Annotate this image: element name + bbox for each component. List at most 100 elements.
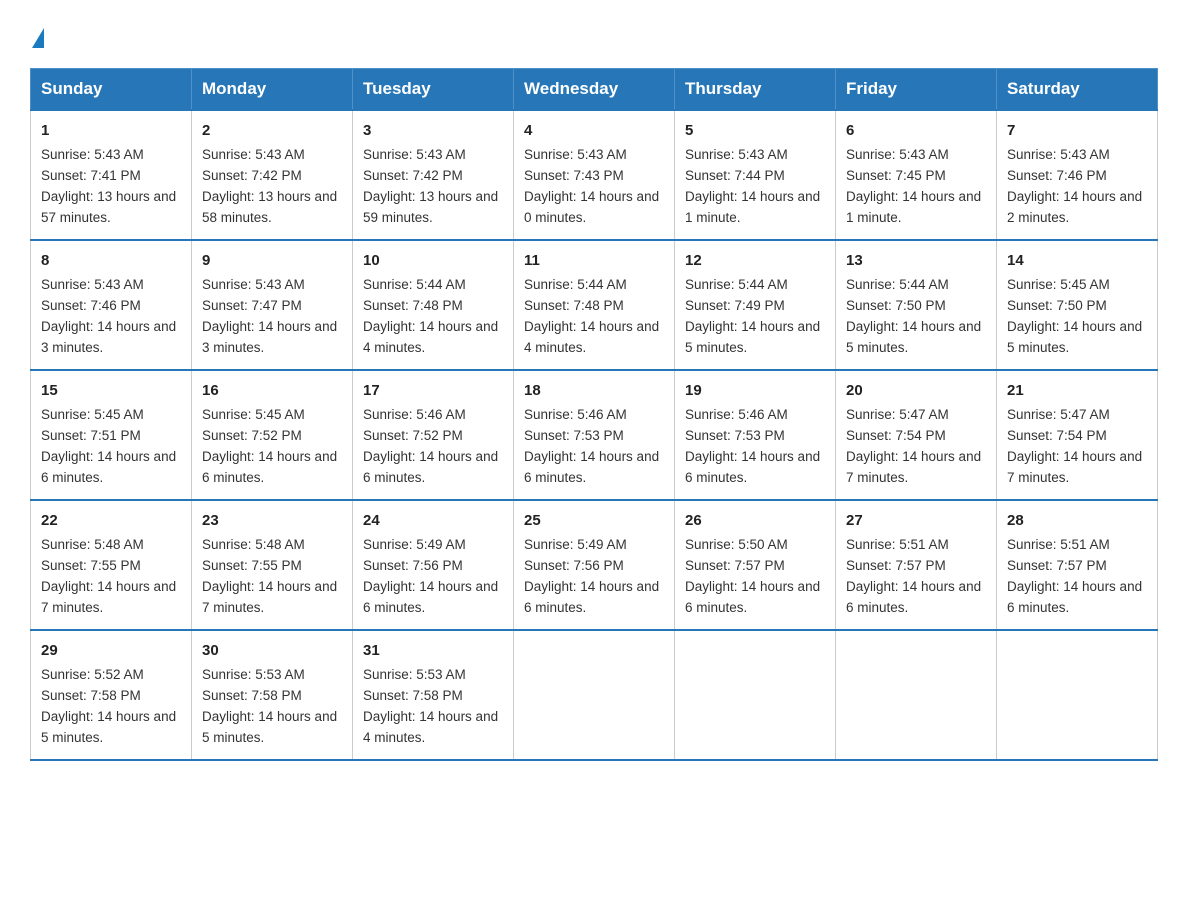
- col-header-tuesday: Tuesday: [353, 69, 514, 111]
- day-info: Sunrise: 5:45 AMSunset: 7:51 PMDaylight:…: [41, 407, 176, 485]
- day-info: Sunrise: 5:45 AMSunset: 7:52 PMDaylight:…: [202, 407, 337, 485]
- day-info: Sunrise: 5:43 AMSunset: 7:41 PMDaylight:…: [41, 147, 176, 225]
- day-info: Sunrise: 5:51 AMSunset: 7:57 PMDaylight:…: [1007, 537, 1142, 615]
- col-header-wednesday: Wednesday: [514, 69, 675, 111]
- col-header-thursday: Thursday: [675, 69, 836, 111]
- day-number: 14: [1007, 249, 1147, 272]
- calendar-day-cell: 24Sunrise: 5:49 AMSunset: 7:56 PMDayligh…: [353, 500, 514, 630]
- day-number: 21: [1007, 379, 1147, 402]
- day-number: 5: [685, 119, 825, 142]
- day-number: 31: [363, 639, 503, 662]
- day-number: 7: [1007, 119, 1147, 142]
- col-header-sunday: Sunday: [31, 69, 192, 111]
- day-info: Sunrise: 5:50 AMSunset: 7:57 PMDaylight:…: [685, 537, 820, 615]
- day-number: 27: [846, 509, 986, 532]
- calendar-day-cell: 27 Sunrise: 5:51 AMSunset: 7:57 PMDayligh…: [836, 500, 997, 630]
- calendar-day-cell: 16 Sunrise: 5:45 AMSunset: 7:52 PMDayligh…: [192, 370, 353, 500]
- day-number: 20: [846, 379, 986, 402]
- calendar-day-cell: 2 Sunrise: 5:43 AMSunset: 7:42 PMDaylight…: [192, 110, 353, 240]
- day-number: 2: [202, 119, 342, 142]
- day-number: 13: [846, 249, 986, 272]
- calendar-day-cell: 5 Sunrise: 5:43 AMSunset: 7:44 PMDaylight…: [675, 110, 836, 240]
- day-info: Sunrise: 5:46 AMSunset: 7:52 PMDaylight:…: [363, 407, 498, 485]
- calendar-empty-cell: [675, 630, 836, 760]
- col-header-saturday: Saturday: [997, 69, 1158, 111]
- calendar-day-cell: 20 Sunrise: 5:47 AMSunset: 7:54 PMDayligh…: [836, 370, 997, 500]
- day-number: 30: [202, 639, 342, 662]
- calendar-day-cell: 11 Sunrise: 5:44 AMSunset: 7:48 PMDayligh…: [514, 240, 675, 370]
- day-number: 8: [41, 249, 181, 272]
- calendar-day-cell: 10 Sunrise: 5:44 AMSunset: 7:48 PMDayligh…: [353, 240, 514, 370]
- day-number: 1: [41, 119, 181, 142]
- calendar-day-cell: 14 Sunrise: 5:45 AMSunset: 7:50 PMDayligh…: [997, 240, 1158, 370]
- calendar-day-cell: 28 Sunrise: 5:51 AMSunset: 7:57 PMDayligh…: [997, 500, 1158, 630]
- day-number: 29: [41, 639, 181, 662]
- day-number: 9: [202, 249, 342, 272]
- calendar-day-cell: 29 Sunrise: 5:52 AMSunset: 7:58 PMDayligh…: [31, 630, 192, 760]
- calendar-day-cell: 25Sunrise: 5:49 AMSunset: 7:56 PMDayligh…: [514, 500, 675, 630]
- day-number: 6: [846, 119, 986, 142]
- day-number: 26: [685, 509, 825, 532]
- calendar-day-cell: 15 Sunrise: 5:45 AMSunset: 7:51 PMDayligh…: [31, 370, 192, 500]
- calendar-empty-cell: [997, 630, 1158, 760]
- day-info: Sunrise: 5:44 AMSunset: 7:48 PMDaylight:…: [524, 277, 659, 355]
- day-info: Sunrise: 5:49 AMSunset: 7:56 PMDaylight:…: [524, 537, 659, 615]
- page-header: [30, 20, 1158, 50]
- day-number: 28: [1007, 509, 1147, 532]
- day-number: 10: [363, 249, 503, 272]
- day-info: Sunrise: 5:48 AMSunset: 7:55 PMDaylight:…: [202, 537, 337, 615]
- calendar-day-cell: 31 Sunrise: 5:53 AMSunset: 7:58 PMDayligh…: [353, 630, 514, 760]
- day-info: Sunrise: 5:44 AMSunset: 7:50 PMDaylight:…: [846, 277, 981, 355]
- col-header-monday: Monday: [192, 69, 353, 111]
- day-number: 19: [685, 379, 825, 402]
- day-info: Sunrise: 5:43 AMSunset: 7:42 PMDaylight:…: [202, 147, 337, 225]
- day-info: Sunrise: 5:51 AMSunset: 7:57 PMDaylight:…: [846, 537, 981, 615]
- day-number: 18: [524, 379, 664, 402]
- day-info: Sunrise: 5:43 AMSunset: 7:44 PMDaylight:…: [685, 147, 820, 225]
- calendar-week-row: 15 Sunrise: 5:45 AMSunset: 7:51 PMDayligh…: [31, 370, 1158, 500]
- calendar-header-row: SundayMondayTuesdayWednesdayThursdayFrid…: [31, 69, 1158, 111]
- calendar-day-cell: 12 Sunrise: 5:44 AMSunset: 7:49 PMDayligh…: [675, 240, 836, 370]
- logo: [30, 28, 44, 50]
- calendar-day-cell: 18Sunrise: 5:46 AMSunset: 7:53 PMDayligh…: [514, 370, 675, 500]
- day-info: Sunrise: 5:43 AMSunset: 7:46 PMDaylight:…: [41, 277, 176, 355]
- day-number: 12: [685, 249, 825, 272]
- day-info: Sunrise: 5:43 AMSunset: 7:42 PMDaylight:…: [363, 147, 498, 225]
- calendar-day-cell: 8 Sunrise: 5:43 AMSunset: 7:46 PMDaylight…: [31, 240, 192, 370]
- day-number: 3: [363, 119, 503, 142]
- calendar-day-cell: 17Sunrise: 5:46 AMSunset: 7:52 PMDayligh…: [353, 370, 514, 500]
- day-info: Sunrise: 5:43 AMSunset: 7:46 PMDaylight:…: [1007, 147, 1142, 225]
- calendar-week-row: 22Sunrise: 5:48 AMSunset: 7:55 PMDayligh…: [31, 500, 1158, 630]
- logo-triangle-icon: [32, 28, 44, 48]
- calendar-week-row: 29 Sunrise: 5:52 AMSunset: 7:58 PMDayligh…: [31, 630, 1158, 760]
- calendar-day-cell: 3 Sunrise: 5:43 AMSunset: 7:42 PMDaylight…: [353, 110, 514, 240]
- day-info: Sunrise: 5:53 AMSunset: 7:58 PMDaylight:…: [363, 667, 498, 745]
- day-number: 4: [524, 119, 664, 142]
- calendar-day-cell: 6Sunrise: 5:43 AMSunset: 7:45 PMDaylight…: [836, 110, 997, 240]
- day-number: 11: [524, 249, 664, 272]
- day-info: Sunrise: 5:43 AMSunset: 7:47 PMDaylight:…: [202, 277, 337, 355]
- calendar-day-cell: 9 Sunrise: 5:43 AMSunset: 7:47 PMDaylight…: [192, 240, 353, 370]
- day-number: 16: [202, 379, 342, 402]
- day-info: Sunrise: 5:47 AMSunset: 7:54 PMDaylight:…: [846, 407, 981, 485]
- calendar-day-cell: 19 Sunrise: 5:46 AMSunset: 7:53 PMDayligh…: [675, 370, 836, 500]
- calendar-table: SundayMondayTuesdayWednesdayThursdayFrid…: [30, 68, 1158, 761]
- day-number: 23: [202, 509, 342, 532]
- day-info: Sunrise: 5:46 AMSunset: 7:53 PMDaylight:…: [685, 407, 820, 485]
- col-header-friday: Friday: [836, 69, 997, 111]
- calendar-empty-cell: [836, 630, 997, 760]
- day-info: Sunrise: 5:47 AMSunset: 7:54 PMDaylight:…: [1007, 407, 1142, 485]
- calendar-day-cell: 23 Sunrise: 5:48 AMSunset: 7:55 PMDayligh…: [192, 500, 353, 630]
- calendar-day-cell: 21 Sunrise: 5:47 AMSunset: 7:54 PMDayligh…: [997, 370, 1158, 500]
- calendar-day-cell: 4Sunrise: 5:43 AMSunset: 7:43 PMDaylight…: [514, 110, 675, 240]
- calendar-week-row: 8 Sunrise: 5:43 AMSunset: 7:46 PMDaylight…: [31, 240, 1158, 370]
- calendar-empty-cell: [514, 630, 675, 760]
- day-info: Sunrise: 5:45 AMSunset: 7:50 PMDaylight:…: [1007, 277, 1142, 355]
- calendar-day-cell: 22Sunrise: 5:48 AMSunset: 7:55 PMDayligh…: [31, 500, 192, 630]
- calendar-day-cell: 1 Sunrise: 5:43 AMSunset: 7:41 PMDaylight…: [31, 110, 192, 240]
- day-info: Sunrise: 5:44 AMSunset: 7:49 PMDaylight:…: [685, 277, 820, 355]
- calendar-day-cell: 7 Sunrise: 5:43 AMSunset: 7:46 PMDaylight…: [997, 110, 1158, 240]
- day-info: Sunrise: 5:44 AMSunset: 7:48 PMDaylight:…: [363, 277, 498, 355]
- day-info: Sunrise: 5:52 AMSunset: 7:58 PMDaylight:…: [41, 667, 176, 745]
- day-number: 15: [41, 379, 181, 402]
